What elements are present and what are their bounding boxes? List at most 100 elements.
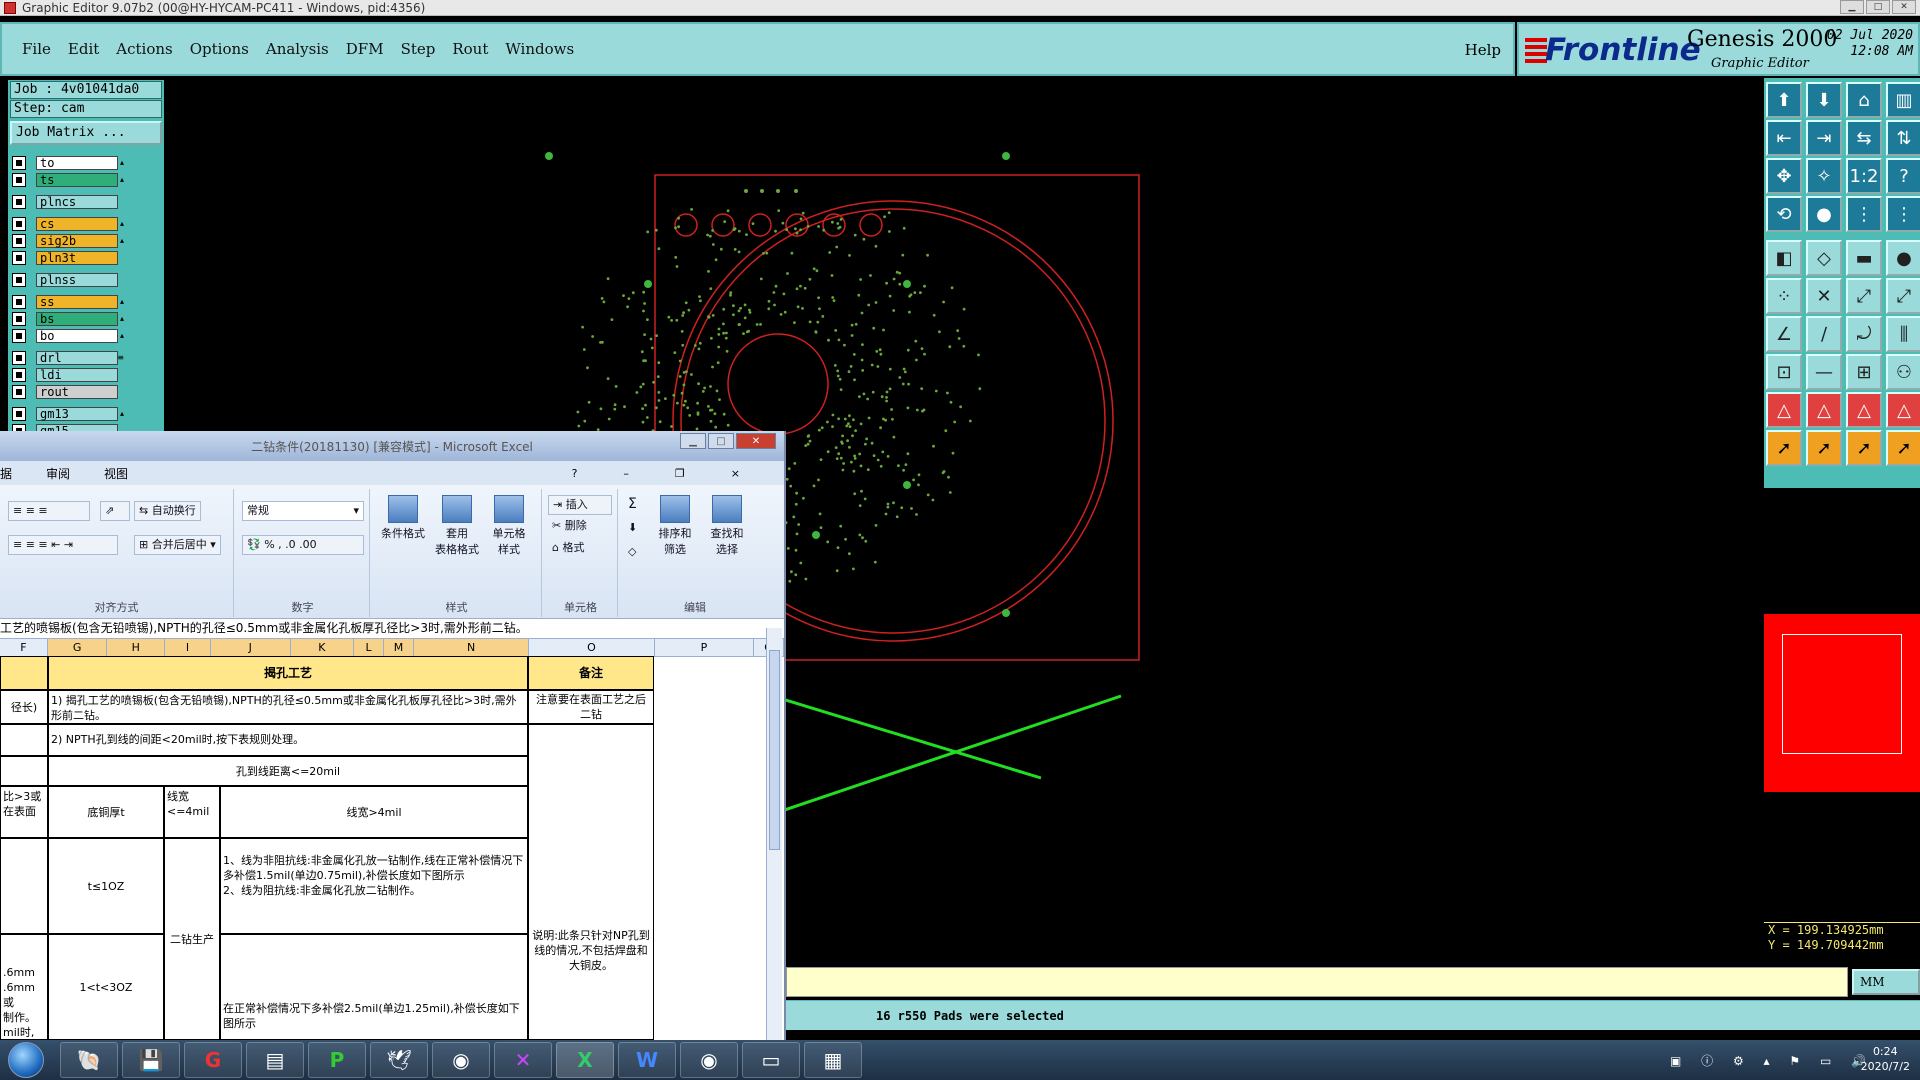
tool-button-32[interactable]: ⚇ [1886,354,1920,390]
cell-r4-copper[interactable]: 底铜厚t [48,786,164,838]
menu-actions[interactable]: Actions [116,40,172,58]
column-header-i[interactable]: I [165,639,211,656]
tab-review[interactable]: 审阅 [46,465,70,482]
cell-r2-main[interactable]: 2) NPTH孔到线的间距<20mil时,按下表规则处理。 [48,724,528,756]
layer-checkbox[interactable] [12,406,26,421]
number-format-buttons[interactable]: 💱 % , .0 .00 [242,535,364,555]
layer-checkbox[interactable] [12,194,26,209]
cell-r6-rule[interactable]: 在正常补偿情况下多补偿2.5mil(单边1.25mil),补偿长度如下图所示 [220,934,528,1040]
taskbar-genesis-icon[interactable]: ◉ [680,1042,738,1078]
tool-button-37[interactable]: ➚ [1766,430,1802,466]
fill-button[interactable]: ⬇ [624,519,648,539]
tool-button-25[interactable]: ∠ [1766,316,1802,352]
tool-button-26[interactable]: ∕ [1806,316,1842,352]
taskbar-clock[interactable]: 0:24 2020/7/2 [1861,1044,1910,1074]
taskbar-shell-icon[interactable]: 🐚 [60,1042,118,1078]
layer-checkbox[interactable] [12,155,26,170]
overview-panel[interactable] [1764,614,1920,792]
layer-name[interactable]: bs [36,311,118,326]
ribbon-restore-button[interactable]: ❐ [675,467,685,480]
tool-button-21[interactable]: ⁘ [1766,278,1802,314]
layer-checkbox[interactable] [12,384,26,399]
job-matrix-button[interactable]: Job Matrix ... [10,121,162,145]
column-header-l[interactable]: L [354,639,385,656]
taskbar-bird-icon[interactable]: 🕊 [370,1042,428,1078]
cell-style-button[interactable]: 单元格 样式 [484,495,534,557]
tool-button-23[interactable]: ⤢ [1846,278,1882,314]
layer-checkbox[interactable] [12,311,26,326]
format-button[interactable]: ⌂ 格式 [548,539,612,559]
table-format-button[interactable]: 套用 表格格式 [432,495,482,557]
tool-button-40[interactable]: ➚ [1886,430,1920,466]
tool-button-7[interactable]: ⇆ [1846,120,1882,156]
cell-r5-left[interactable] [0,838,48,934]
layer-row-sig2b[interactable]: sig2b ▴ [12,233,132,248]
layer-name[interactable]: plnss [36,272,118,287]
layer-row-pln3t[interactable]: pln3t [12,250,132,265]
layer-row-to[interactable]: to ▴ [12,155,132,170]
tool-button-16[interactable]: ⋮ [1886,196,1920,232]
menu-windows[interactable]: Windows [505,40,574,58]
cell-r6-copper[interactable]: 1<t<3OZ [48,934,164,1040]
tool-button-15[interactable]: ⋮ [1846,196,1882,232]
cell-r3-main[interactable]: 孔到线距离<=20mil [48,756,528,786]
tab-data[interactable]: 据 [0,465,12,482]
cell-r1-left[interactable]: 径长) [0,690,48,724]
ribbon-close-button[interactable]: × [731,467,740,480]
cell-r2-left[interactable] [0,724,48,756]
layer-name[interactable]: ldi [36,367,118,382]
taskbar-g-icon[interactable]: G [184,1042,242,1078]
formula-bar[interactable]: 工艺的喷锡板(包含无铅喷锡),NPTH的孔径≤0.5mm或非金属化孔板厚孔径比>… [0,619,784,639]
tool-button-22[interactable]: ✕ [1806,278,1842,314]
align-top-buttons[interactable]: ≡ ≡ ≡ [8,501,90,521]
layer-row-plnss[interactable]: plnss [12,272,132,287]
cell-r5-width-small[interactable]: 二钻生产 [164,838,220,1040]
align-horizontal-buttons[interactable]: ≡ ≡ ≡ ⇤ ⇥ [8,535,118,555]
tool-button-24[interactable]: ⤢ [1886,278,1920,314]
cell-r1-note[interactable]: 注意要在表面工艺之后二钻 [528,690,654,724]
tool-button-12[interactable]: ? [1886,158,1920,194]
column-header-p[interactable]: P [655,639,755,656]
cell-r4-width-small[interactable]: 线宽 <=4mil [164,786,220,838]
insert-button[interactable]: ⇥ 插入 [548,495,612,515]
menu-dfm[interactable]: DFM [346,40,384,58]
layer-row-drl[interactable]: drl ≡ [12,350,132,365]
cell-r5-rule[interactable]: 1、线为非阻抗线:非金属化孔放一钻制作,线在正常补偿情况下多补偿1.5mil(单… [220,838,528,934]
tray-icons[interactable]: ▣ ⓘ ⚙ ▴ ⚑ ▭ 🔊 [1670,1052,1874,1069]
column-header-j[interactable]: J [210,639,291,656]
menu-rout[interactable]: Rout [452,40,488,58]
tool-button-14[interactable]: ● [1806,196,1842,232]
delete-button[interactable]: ✂ 删除 [548,517,612,537]
cell-r4-width-large[interactable]: 线宽>4mil [220,786,528,838]
tab-view[interactable]: 视图 [104,465,128,482]
cell-r6-left[interactable]: .6mm .6mm或 制作。 mil时, [0,934,48,1040]
column-header-o[interactable]: O [529,639,655,656]
menu-edit[interactable]: Edit [68,40,99,58]
column-header-g[interactable]: G [47,639,108,656]
layer-checkbox[interactable] [12,172,26,187]
tool-button-30[interactable]: — [1806,354,1842,390]
excel-maximize-button[interactable]: □ [708,433,734,449]
layer-checkbox[interactable] [12,216,26,231]
tool-button-38[interactable]: ➚ [1806,430,1842,466]
sort-filter-button[interactable]: 排序和 筛选 [650,495,700,557]
layer-name[interactable]: ss [36,294,118,309]
layer-name[interactable]: gm13 [36,406,118,421]
layer-row-ldi[interactable]: ldi [12,367,132,382]
layer-checkbox[interactable] [12,350,26,365]
maximize-button[interactable]: □ [1866,0,1890,14]
tool-button-27[interactable]: ⤾ [1846,316,1882,352]
layer-row-plncs[interactable]: plncs [12,194,132,209]
menu-file[interactable]: File [22,40,51,58]
clear-button[interactable]: ◇ [624,543,648,563]
taskbar-calculator-icon[interactable]: ▦ [804,1042,862,1078]
layer-checkbox[interactable] [12,294,26,309]
column-header-m[interactable]: M [384,639,414,656]
layer-checkbox[interactable] [12,233,26,248]
layer-name[interactable]: rout [36,384,118,399]
taskbar-notes-icon[interactable]: ▤ [246,1042,304,1078]
cell-left-header[interactable] [0,656,48,690]
tool-button-39[interactable]: ➚ [1846,430,1882,466]
excel-vertical-scrollbar[interactable] [766,628,782,1040]
taskbar-eye-icon[interactable]: ◉ [432,1042,490,1078]
